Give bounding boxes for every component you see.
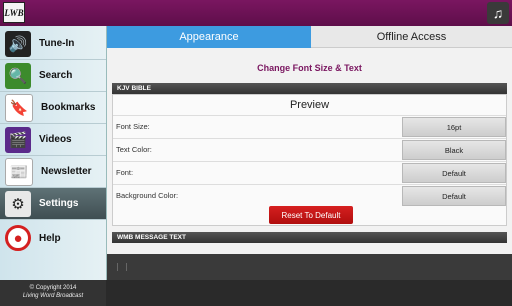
newsletter-icon: 📰 [5, 157, 33, 186]
sidebar-item-search[interactable]: 🔍 Search [0, 60, 106, 92]
sidebar-item-settings[interactable]: ⚙ Settings [0, 188, 106, 220]
sidebar-item-label: Search [39, 70, 73, 81]
tab-appearance[interactable]: Appearance [107, 26, 311, 48]
sidebar-item-label: Videos [39, 134, 72, 145]
preview-label: Preview [113, 95, 506, 116]
search-icon: 🔍 [5, 62, 31, 89]
copyright-org: Living Word Broadcast [22, 293, 84, 299]
settings-content: Appearance Offline Access Change Font Si… [107, 26, 512, 254]
gears-icon: ⚙ [5, 190, 31, 217]
font-size-row: Font Size: 16pt [113, 116, 506, 139]
font-size-button[interactable]: 16pt [402, 117, 506, 137]
sidebar-item-label: Tune-In [39, 38, 75, 49]
background-color-row: Background Color: Default [113, 185, 506, 208]
sidebar-item-newsletter[interactable]: 📰 Newsletter [0, 156, 106, 188]
section-header-kjv-bible: KJV BIBLE [112, 83, 507, 94]
copyright: © Copyright 2014 Living Word Broadcast [0, 280, 106, 306]
copyright-line: © Copyright 2014 [29, 285, 77, 291]
lifebuoy-icon: ● [5, 225, 31, 251]
sidebar-item-label: Help [39, 232, 61, 244]
bookmark-icon: 🔖 [5, 93, 33, 122]
text-color-label: Text Color: [116, 145, 152, 154]
page-title: Change Font Size & Text [257, 63, 362, 73]
reset-to-default-button[interactable]: Reset To Default [269, 206, 353, 224]
font-label: Font: [116, 168, 134, 177]
appearance-panel: Preview Font Size: 16pt Text Color: Blac… [112, 94, 507, 226]
sidebar: 🔊 Tune-In 🔍 Search 🔖 Bookmarks 🎬 Videos … [0, 26, 107, 306]
sidebar-item-label: Settings [39, 198, 79, 209]
sidebar-item-tune-in[interactable]: 🔊 Tune-In [0, 28, 106, 60]
sidebar-item-videos[interactable]: 🎬 Videos [0, 124, 106, 156]
sidebar-item-help[interactable]: ● Help [0, 222, 106, 254]
section-header-wmb-message-text: WMB MESSAGE TEXT [112, 232, 507, 243]
font-button[interactable]: Default [402, 163, 506, 183]
film-icon: 🎬 [5, 126, 31, 153]
music-note-icon[interactable]: ♫ [487, 2, 509, 24]
background-color-label: Background Color: [116, 191, 179, 200]
text-color-row: Text Color: Black [113, 139, 506, 162]
sidebar-item-label: Bookmarks [41, 102, 96, 113]
tab-offline-access[interactable]: Offline Access [311, 26, 512, 48]
text-color-button[interactable]: Black [402, 140, 506, 160]
sidebar-item-label: Newsletter [41, 166, 92, 177]
background-color-button[interactable]: Default [402, 186, 506, 206]
top-bar: LWB ♫ [0, 0, 512, 26]
speaker-icon: 🔊 [5, 30, 31, 57]
font-size-label: Font Size: [116, 122, 150, 131]
grip-handle-icon[interactable] [117, 263, 127, 271]
app-logo: LWB [3, 2, 25, 23]
bottom-bar [107, 254, 512, 280]
font-row: Font: Default [113, 162, 506, 185]
sidebar-item-bookmarks[interactable]: 🔖 Bookmarks [0, 92, 106, 124]
